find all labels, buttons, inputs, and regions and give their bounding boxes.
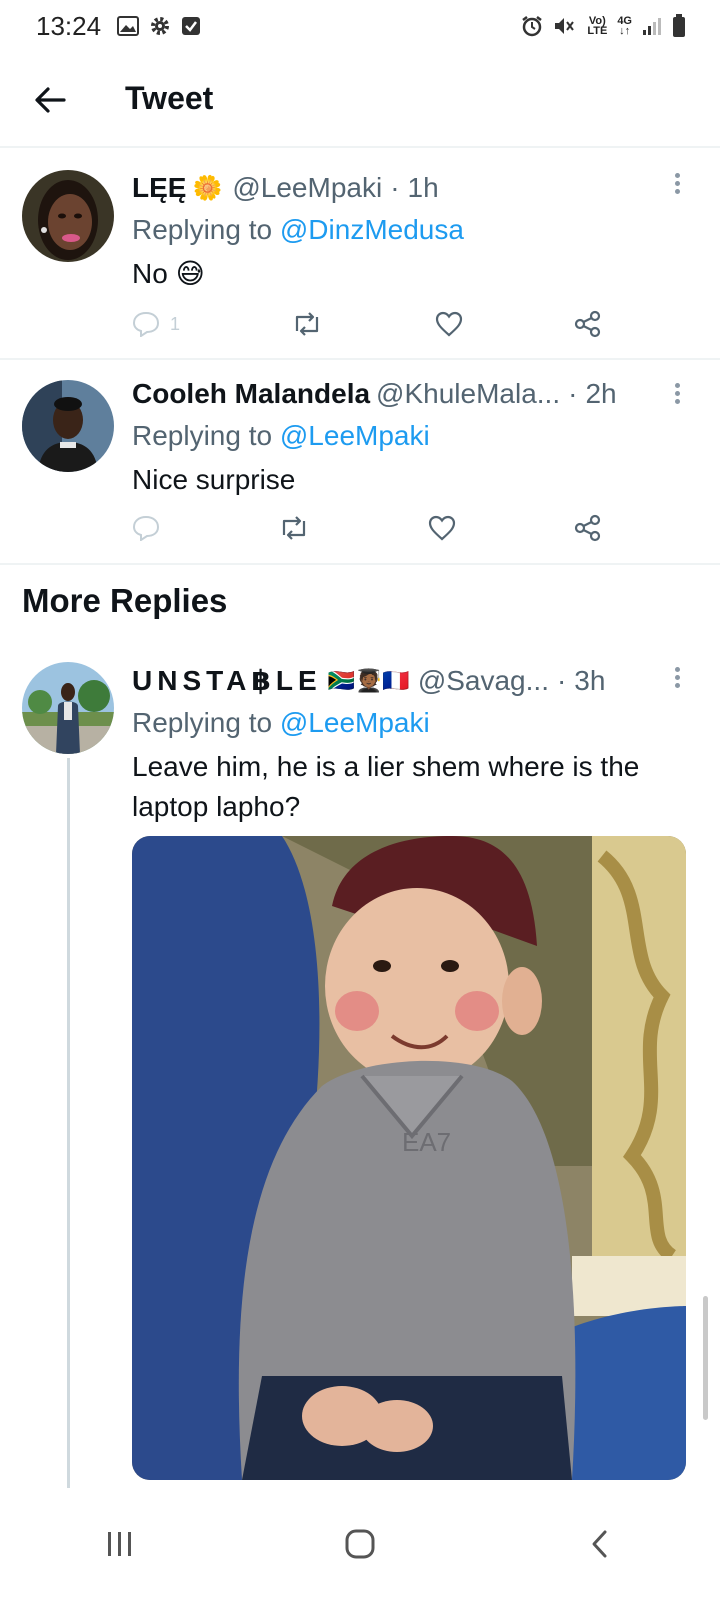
divider	[0, 563, 720, 565]
volte-icon: Vo) LTE	[587, 15, 608, 37]
share-icon	[574, 514, 601, 542]
4g-icon: 4G ↓↑	[617, 15, 632, 37]
scrollbar[interactable]	[703, 1296, 708, 1420]
status-bar: 13:24 Vo) LTE 4G ↓↑	[0, 0, 720, 52]
timestamp: 2h	[585, 378, 617, 409]
reply-button[interactable]	[132, 515, 160, 541]
flower-emoji: 🌼	[192, 174, 223, 202]
home-icon[interactable]	[320, 1504, 400, 1584]
display-name[interactable]: LĘĘ	[132, 172, 186, 204]
timestamp: 3h	[574, 664, 606, 696]
like-button[interactable]	[435, 311, 463, 337]
replying-to-link[interactable]: @LeeMpaki	[280, 707, 430, 738]
reply-button[interactable]: 1	[132, 311, 180, 337]
share-button[interactable]	[574, 310, 602, 338]
page-title: Tweet	[125, 80, 214, 116]
heart-icon	[428, 515, 456, 541]
back-arrow-icon[interactable]	[30, 80, 70, 120]
reply-icon	[132, 311, 160, 337]
replying-prefix: Replying to	[132, 214, 273, 245]
alarm-icon	[521, 15, 543, 37]
retweet-button[interactable]	[278, 515, 310, 541]
top-app-bar: Tweet	[0, 52, 720, 148]
avatar[interactable]	[22, 170, 114, 262]
heart-icon	[435, 311, 462, 337]
tweet-media-photo[interactable]: EA7	[132, 836, 686, 1480]
reply-icon	[132, 515, 160, 541]
reply-count: 1	[170, 313, 181, 334]
more-replies-heading: More Replies	[22, 582, 228, 619]
replying-prefix: Replying to	[132, 420, 273, 451]
more-options-icon[interactable]	[672, 664, 682, 691]
reply-tweet[interactable]: Cooleh Malandela @KhuleMala... · 2h Repl…	[0, 360, 720, 564]
retweet-icon	[282, 516, 306, 540]
battery-icon	[672, 14, 686, 38]
image-icon	[117, 16, 140, 36]
display-name[interactable]: Cooleh Malandela	[132, 378, 370, 410]
more-options-icon[interactable]	[672, 380, 682, 407]
retweet-icon	[296, 312, 319, 336]
back-icon[interactable]	[560, 1504, 640, 1584]
flag-emojis: 🇿🇦🧑🏾‍🎓🇫🇷	[327, 667, 410, 693]
more-options-icon[interactable]	[672, 170, 682, 197]
tweet-text: Leave him, he is a lier shem where is th…	[132, 751, 640, 822]
replying-prefix: Replying to	[132, 707, 273, 738]
mute-icon	[553, 15, 577, 37]
replying-to-link[interactable]: @DinzMedusa	[280, 214, 464, 245]
gear-icon	[149, 15, 171, 37]
handle[interactable]: @LeeMpaki	[232, 172, 382, 204]
share-icon	[574, 310, 601, 338]
timestamp: 1h	[407, 172, 439, 203]
recent-apps-icon[interactable]	[80, 1504, 160, 1584]
tweet-text: No 😅	[132, 258, 205, 289]
like-button[interactable]	[428, 515, 456, 541]
display-name[interactable]: UNSTA฿LE	[132, 664, 322, 697]
handle[interactable]: @KhuleMala...	[376, 378, 560, 410]
reply-tweet[interactable]: LĘĘ 🌼 @LeeMpaki · 1h Replying to @DinzMe…	[0, 150, 720, 358]
status-time: 13:24	[36, 10, 102, 41]
signal-icon	[642, 16, 662, 36]
system-nav-bar	[0, 1488, 720, 1600]
avatar[interactable]	[22, 662, 114, 754]
checkbox-icon	[181, 16, 201, 36]
handle[interactable]: @Savag...	[418, 665, 549, 697]
share-button[interactable]	[574, 514, 602, 542]
shirt-logo: EA7	[402, 1127, 451, 1157]
replying-to-link[interactable]: @LeeMpaki	[280, 420, 430, 451]
avatar[interactable]	[22, 380, 114, 472]
tweet-text: Nice surprise	[132, 464, 296, 495]
retweet-button[interactable]	[291, 311, 323, 337]
